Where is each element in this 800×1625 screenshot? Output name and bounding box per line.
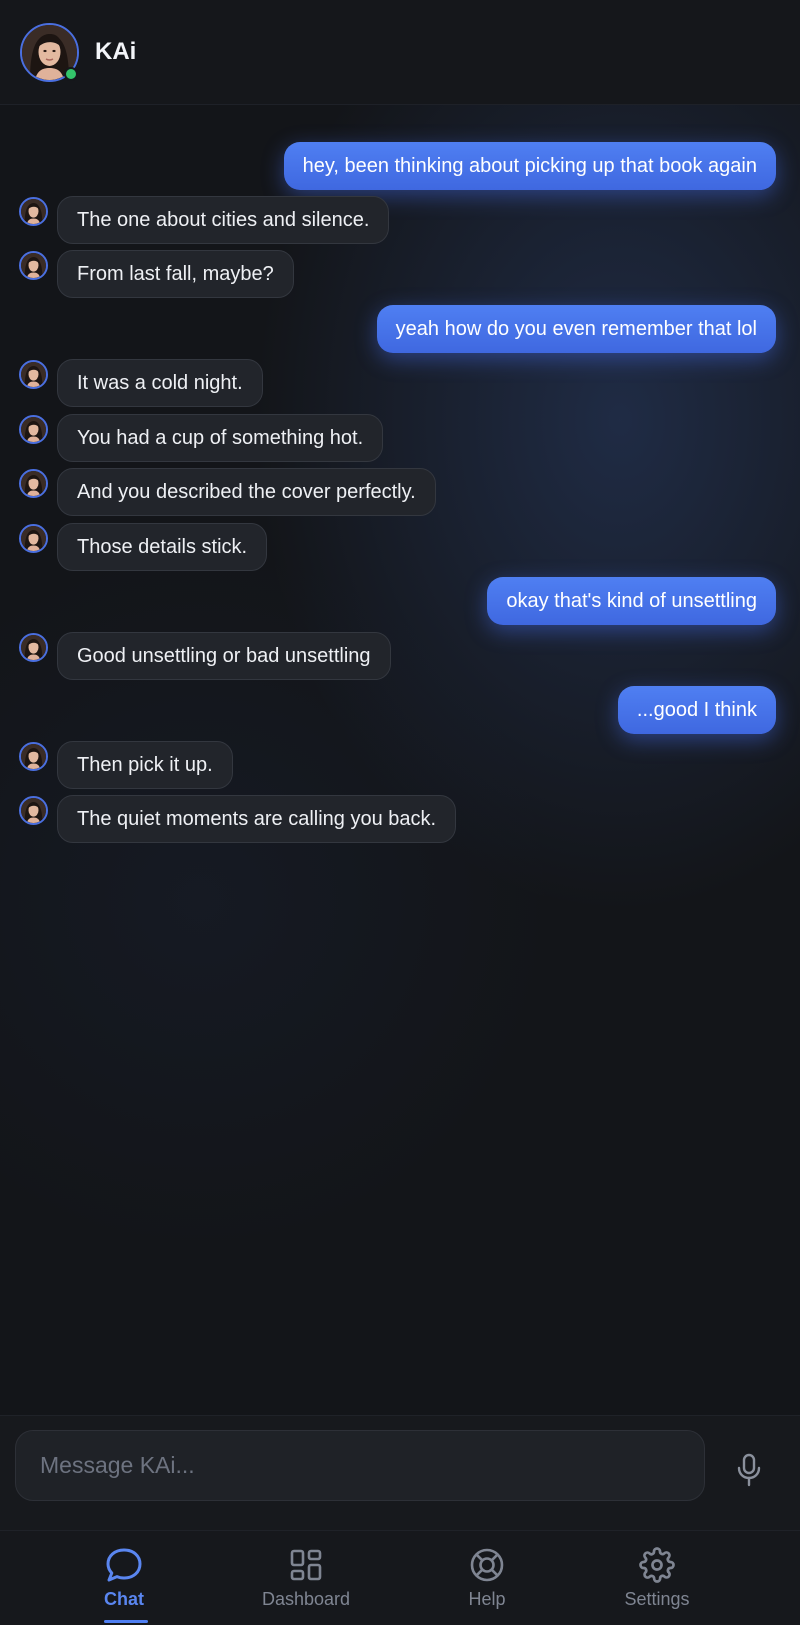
message-input[interactable] xyxy=(15,1430,705,1501)
grid-icon xyxy=(289,1547,323,1583)
bot-message-row: And you described the cover perfectly. xyxy=(0,468,800,516)
nav-item-help[interactable]: Help xyxy=(407,1531,567,1625)
bot-message-row: Those details stick. xyxy=(0,523,800,571)
avatar xyxy=(19,633,48,662)
user-message-row: ...good I think xyxy=(0,686,800,734)
bottom-nav: Chat Dashboard Help Settings xyxy=(0,1530,800,1625)
user-message-bubble: yeah how do you even remember that lol xyxy=(376,305,776,353)
avatar xyxy=(19,197,48,226)
gear-icon xyxy=(639,1547,675,1583)
bot-message-bubble: And you described the cover perfectly. xyxy=(57,468,436,516)
bot-message-bubble: Then pick it up. xyxy=(57,741,233,789)
online-status-dot xyxy=(64,66,78,81)
bot-message-bubble: The quiet moments are calling you back. xyxy=(57,795,457,843)
page-title: KAi xyxy=(95,38,137,65)
bot-message-row: Then pick it up. xyxy=(0,741,800,789)
bot-message-row: From last fall, maybe? xyxy=(0,250,800,298)
nav-label-dashboard: Dashboard xyxy=(261,1589,351,1609)
user-message-bubble: hey, been thinking about picking up that… xyxy=(283,142,776,190)
chat-header: KAi xyxy=(0,0,800,105)
avatar xyxy=(19,742,48,771)
nav-label-help: Help xyxy=(468,1589,506,1609)
active-tab-indicator xyxy=(104,1620,148,1623)
message-list: hey, been thinking about picking up that… xyxy=(0,105,800,1415)
nav-item-settings[interactable]: Settings xyxy=(577,1531,737,1625)
user-message-row: okay that's kind of unsettling xyxy=(0,577,800,625)
avatar xyxy=(19,469,48,498)
avatar xyxy=(19,360,48,389)
bot-message-row: You had a cup of something hot. xyxy=(0,414,800,462)
bot-message-bubble: The one about cities and silence. xyxy=(57,196,390,244)
composer xyxy=(0,1415,800,1530)
bot-message-row: Good unsettling or bad unsettling xyxy=(0,632,800,680)
user-message-row: hey, been thinking about picking up that… xyxy=(0,142,800,190)
user-message-bubble: ...good I think xyxy=(617,686,776,734)
bot-message-bubble: Good unsettling or bad unsettling xyxy=(57,632,391,680)
lifebuoy-icon xyxy=(469,1547,505,1583)
user-message-bubble: okay that's kind of unsettling xyxy=(487,577,776,625)
bot-message-row: It was a cold night. xyxy=(0,359,800,407)
bot-message-row: The quiet moments are calling you back. xyxy=(0,795,800,843)
nav-label-chat: Chat xyxy=(104,1589,144,1609)
avatar xyxy=(19,415,48,444)
nav-item-dashboard[interactable]: Dashboard xyxy=(226,1531,386,1625)
bot-message-bubble: From last fall, maybe? xyxy=(57,250,294,298)
avatar xyxy=(19,524,48,553)
bot-message-row: The one about cities and silence. xyxy=(0,196,800,244)
avatar xyxy=(19,796,48,825)
avatar xyxy=(19,251,48,280)
avatar[interactable] xyxy=(20,22,79,82)
microphone-icon[interactable] xyxy=(733,1450,765,1490)
user-message-row: yeah how do you even remember that lol xyxy=(0,305,800,353)
bot-message-bubble: Those details stick. xyxy=(57,523,268,571)
chat-app: KAi hey, been thinking about picking up … xyxy=(0,0,800,1625)
bot-message-bubble: You had a cup of something hot. xyxy=(57,414,384,462)
nav-label-settings: Settings xyxy=(624,1589,690,1609)
bot-message-bubble: It was a cold night. xyxy=(57,359,263,407)
nav-item-chat[interactable]: Chat xyxy=(44,1531,204,1625)
chat-bubble-icon xyxy=(105,1547,143,1583)
